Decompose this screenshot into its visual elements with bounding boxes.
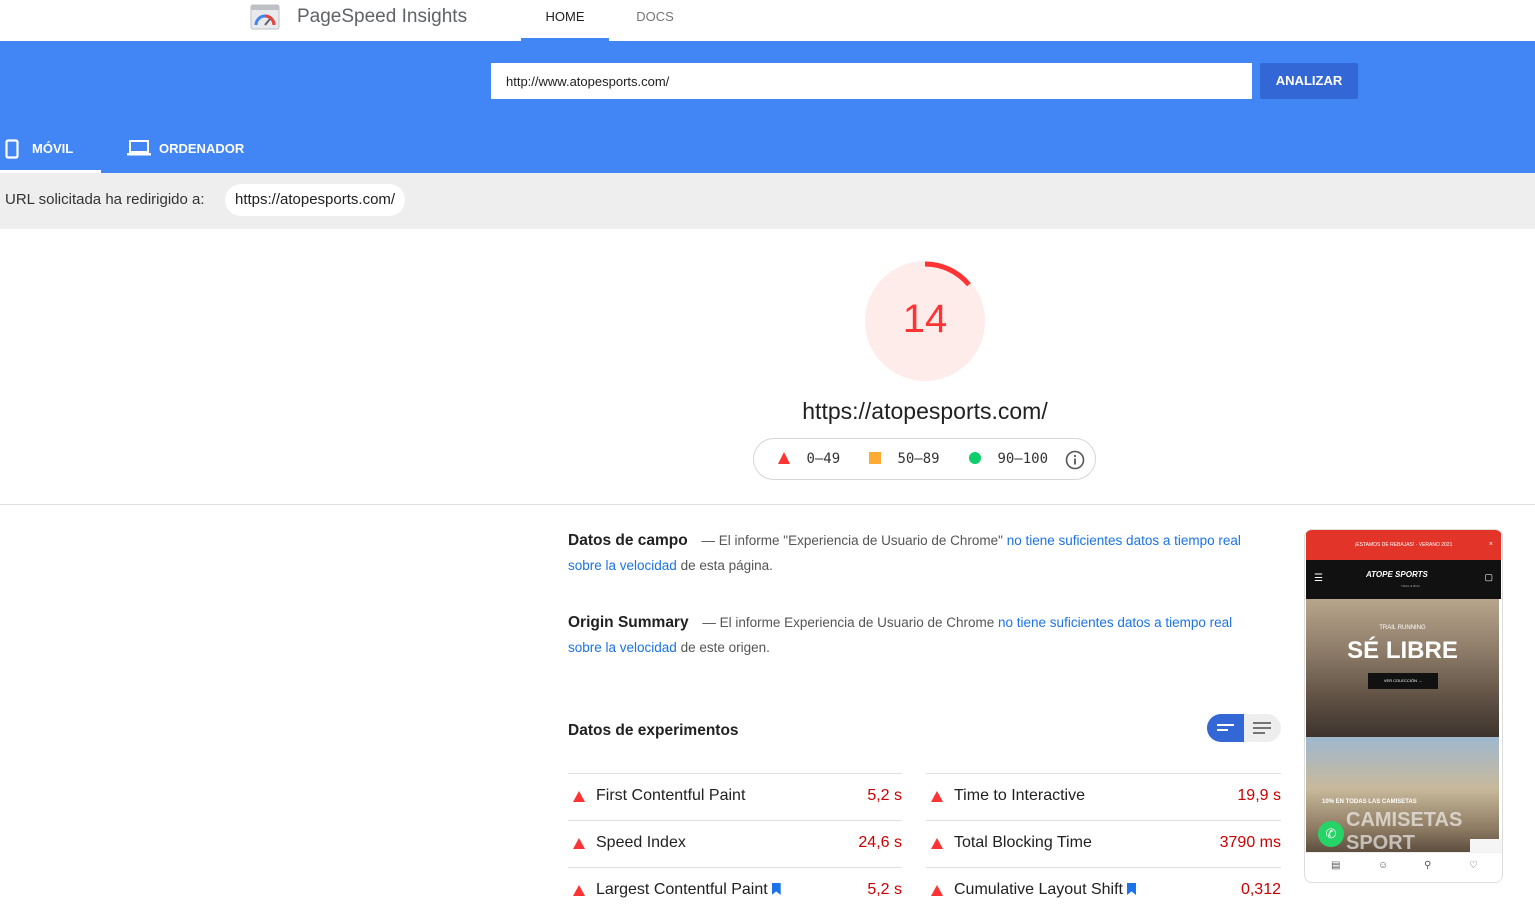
compact-view-button[interactable] bbox=[1207, 714, 1244, 742]
bookmark-icon bbox=[771, 883, 781, 895]
fail-triangle-icon bbox=[573, 838, 585, 849]
page-screenshot: ¡ESTAMOS DE REBAJAS! · VERANO 2021 × ☰ A… bbox=[1304, 529, 1503, 883]
tested-url: https://atopesports.com/ bbox=[802, 398, 1048, 424]
bookmark-icon bbox=[1126, 883, 1136, 895]
bag-icon: ▢ bbox=[1484, 572, 1493, 582]
metric-tbt: Total Blocking Time 3790 ms bbox=[926, 820, 1281, 867]
whatsapp-icon: ✆ bbox=[1318, 821, 1344, 847]
legend-average: 50–89 bbox=[869, 451, 940, 467]
view-toggle[interactable] bbox=[1207, 714, 1281, 742]
tab-desktop[interactable]: ORDENADOR bbox=[113, 123, 263, 173]
search-panel: ANALIZAR MÓVIL ORDENADOR bbox=[0, 41, 1535, 173]
legend-fail: 0–49 bbox=[778, 451, 840, 467]
metric-tti: Time to Interactive 19,9 s bbox=[926, 773, 1281, 820]
screenshot-header: ☰ ATOPE SPORTS TRAIL & RUN ▢ bbox=[1306, 560, 1501, 599]
metric-lcp: Largest Contentful Paint 5,2 s bbox=[568, 867, 902, 914]
metrics-column-left: First Contentful Paint 5,2 s Speed Index… bbox=[568, 773, 902, 914]
url-input[interactable] bbox=[491, 63, 1252, 99]
fail-triangle-icon bbox=[931, 791, 943, 802]
screenshot-hero-title: SÉ LIBRE bbox=[1347, 637, 1458, 664]
store-icon: ▤ bbox=[1331, 860, 1341, 871]
metric-fcp: First Contentful Paint 5,2 s bbox=[568, 773, 902, 820]
triangle-icon bbox=[778, 452, 790, 464]
score-legend: 0–49 50–89 90–100 bbox=[753, 438, 1096, 480]
metric-cls: Cumulative Layout Shift 0,312 bbox=[926, 867, 1281, 914]
tab-home[interactable]: HOME bbox=[521, 0, 609, 41]
section-divider bbox=[0, 504, 1535, 505]
redirect-notice: URL solicitada ha redirigido a: https://… bbox=[0, 173, 1535, 229]
field-data-section: Datos de campo — El informe "Experiencia… bbox=[568, 532, 1241, 573]
heart-icon: ♡ bbox=[1469, 860, 1478, 871]
tab-mobile[interactable]: MÓVIL bbox=[0, 123, 101, 173]
search-icon: ⚲ bbox=[1424, 860, 1432, 871]
screenshot-promo-bar: ¡ESTAMOS DE REBAJAS! · VERANO 2021 × bbox=[1306, 530, 1501, 560]
screenshot-brand-sub: TRAIL & RUN bbox=[1401, 584, 1420, 588]
tab-desktop-label: ORDENADOR bbox=[159, 141, 245, 156]
app-title: PageSpeed Insights bbox=[297, 6, 468, 27]
fail-triangle-icon bbox=[931, 838, 943, 849]
metrics-column-right: Time to Interactive 19,9 s Total Blockin… bbox=[926, 773, 1281, 914]
metric-speed-index: Speed Index 24,6 s bbox=[568, 820, 902, 867]
close-icon: × bbox=[1488, 541, 1493, 548]
menu-icon: ☰ bbox=[1314, 573, 1323, 584]
tab-docs[interactable]: DOCS bbox=[612, 0, 698, 41]
redirect-url-chip: https://atopesports.com/ bbox=[225, 184, 406, 216]
pagespeed-logo-icon bbox=[250, 4, 280, 30]
laptop-icon bbox=[127, 140, 151, 156]
expanded-view-button[interactable] bbox=[1244, 714, 1281, 742]
user-icon: ☺ bbox=[1378, 860, 1389, 871]
redirect-label: URL solicitada ha redirigido a: bbox=[5, 191, 205, 208]
compact-list-icon bbox=[1217, 724, 1234, 731]
fail-triangle-icon bbox=[931, 885, 943, 896]
screenshot-brand: ATOPE SPORTS bbox=[1366, 570, 1428, 579]
origin-summary-section: Origin Summary — El informe Experiencia … bbox=[568, 614, 1233, 655]
fail-triangle-icon bbox=[573, 885, 585, 896]
phone-icon bbox=[5, 139, 19, 159]
top-bar: PageSpeed Insights HOME DOCS bbox=[0, 0, 1535, 41]
origin-summary-title: Origin Summary bbox=[568, 614, 689, 631]
fail-triangle-icon bbox=[573, 791, 585, 802]
legend-pass: 90–100 bbox=[969, 451, 1048, 467]
field-data-title: Datos de campo bbox=[568, 532, 688, 549]
screenshot-hero: TRAIL RUNNING SÉ LIBRE VER COLECCIÓN → bbox=[1306, 599, 1499, 737]
tab-mobile-label: MÓVIL bbox=[32, 141, 74, 156]
expanded-list-icon bbox=[1253, 722, 1271, 734]
analyze-button[interactable]: ANALIZAR bbox=[1260, 63, 1358, 99]
info-icon[interactable] bbox=[1065, 450, 1085, 470]
square-icon bbox=[869, 452, 881, 464]
lab-data-title: Datos de experimentos bbox=[568, 722, 739, 739]
circle-icon bbox=[969, 452, 981, 464]
performance-score: 14 bbox=[902, 297, 948, 341]
screenshot-footer-nav: ▤ ☺ ⚲ ♡ bbox=[1306, 852, 1501, 882]
